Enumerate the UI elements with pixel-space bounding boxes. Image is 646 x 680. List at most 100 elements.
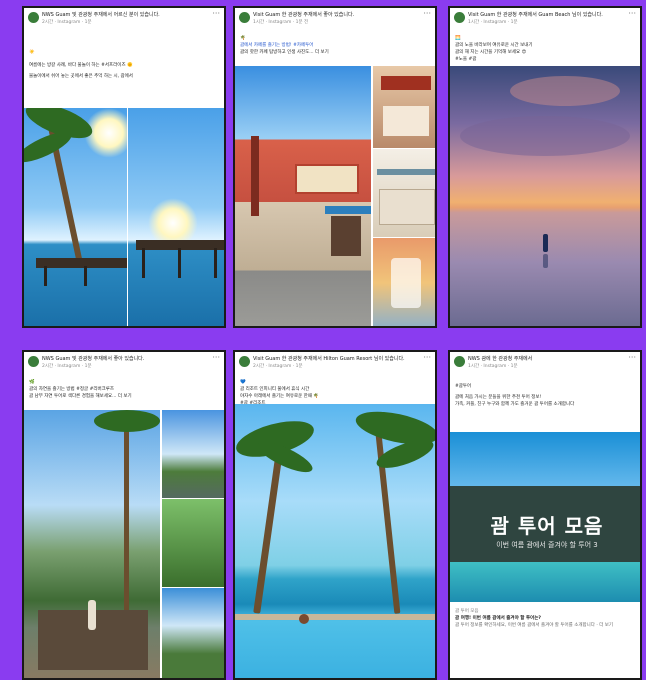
post-line: 여름에는 방갈 사례, 바다 물놀이 하는 #서프라이즈 🌞 xyxy=(29,63,133,68)
more-options-icon[interactable]: ··· xyxy=(628,10,636,18)
banner-sky xyxy=(450,432,640,486)
post-line: 야자수 아래에서 즐기는 여유로운 한때 🌴 xyxy=(240,394,319,399)
cafe-awning xyxy=(325,206,371,214)
post-meta: 1시간 · Instagram · 1분 xyxy=(468,364,518,369)
post-header: NWS Guam 및 관광청 주재에서 좋아 있습니다. 2시간 · Insta… xyxy=(24,352,224,379)
post-line: 괌의 노을 바라보며 여유로운 시간 보내기 xyxy=(455,43,533,48)
post-text: 🌴 괌에서 카페를 즐기는 방법! #카페투어 괌의 핫한 카페 탐방하고 인생… xyxy=(235,35,435,56)
page-name[interactable]: NWS 괌에 한 관광청 주재에서 xyxy=(468,355,626,362)
post-line: 괌에서 카페를 즐기는 방법! #카페투어 xyxy=(240,43,314,48)
cloud xyxy=(460,116,630,156)
tour-banner[interactable]: 괌 투어 모음 이번 여름 괌에서 즐겨야 할 투어 3 xyxy=(450,432,640,602)
post-text: ☀️ 여름에는 방갈 사례, 바다 물놀이 하는 #서프라이즈 🌞 물놀이에서 … xyxy=(24,49,224,80)
cafe-sign xyxy=(381,76,431,90)
pier-post xyxy=(142,248,145,278)
page-name[interactable]: NWS Guam 및 관광청 주재에서 좋아 있습니다. xyxy=(42,355,210,362)
cloud xyxy=(510,76,620,106)
link-preview[interactable]: 괌 투어 모음 괌 여행! 이번 여름 괌에서 즐겨야 할 투어는? 괌 투어 … xyxy=(450,608,640,629)
post-meta: 2시간 · Instagram · 1분 xyxy=(253,364,303,369)
banner-subtitle: 이번 여름 괌에서 즐겨야 할 투어 3 xyxy=(496,541,598,549)
jungle-photo-top[interactable] xyxy=(162,410,224,498)
pier-post xyxy=(178,248,181,278)
post-meta: 1시간 · Instagram · 1분 전 xyxy=(253,20,309,25)
cafe-door xyxy=(331,216,361,256)
post-line: 괌의 핫한 카페 탐방하고 인생 사진도... 더 보기 xyxy=(240,50,329,55)
page-name[interactable]: Visit Guam 한 관광청 주재에서 Hilton Guam Resort… xyxy=(253,355,421,362)
post-card-4[interactable]: NWS Guam 및 관광청 주재에서 좋아 있습니다. 2시간 · Insta… xyxy=(22,350,226,680)
cafe-shelf xyxy=(377,169,435,175)
post-card-6[interactable]: NWS 괌에 한 관광청 주재에서 1시간 · Instagram · 1분 ·… xyxy=(448,350,642,680)
post-line: 괌에 처음 가시는 분들을 위한 추천 투어 정보! xyxy=(455,395,542,400)
link-domain: 괌 투어 모음 xyxy=(455,609,479,614)
more-options-icon[interactable]: ··· xyxy=(628,354,636,362)
post-card-5[interactable]: Visit Guam 한 관광청 주재에서 Hilton Guam Resort… xyxy=(233,350,437,680)
post-line: #노을 #괌 xyxy=(455,57,477,62)
pier-post xyxy=(84,266,87,286)
post-header: NWS Guam 및 관광청 주재에서 어르신 분이 있습니다. 2시간 · I… xyxy=(24,8,224,35)
cafe-display xyxy=(379,189,435,225)
post-header: Visit Guam 한 관광청 주재에서 Guam Beach 님이 있습니다… xyxy=(450,8,640,35)
more-options-icon[interactable]: ··· xyxy=(212,354,220,362)
post-card-2[interactable]: Visit Guam 한 관광청 주재에서 좋아 있습니다. 1시간 · Ins… xyxy=(233,6,437,328)
avatar[interactable] xyxy=(28,356,39,367)
post-photo-left[interactable] xyxy=(24,108,127,326)
pool-edge xyxy=(235,614,435,620)
avatar[interactable] xyxy=(28,12,39,23)
more-options-icon[interactable]: ··· xyxy=(423,354,431,362)
pier-post xyxy=(214,248,217,278)
page-name[interactable]: NWS Guam 및 관광청 주재에서 어르신 분이 있습니다. xyxy=(42,11,210,18)
post-emoji: ☀️ xyxy=(29,50,35,55)
person xyxy=(543,234,548,252)
post-emoji: 🌅 xyxy=(455,36,461,41)
palm-frond xyxy=(94,410,160,432)
post-line: 가족, 커플, 친구 누구와 함께 가도 즐거운 괌 투어를 소개합니다 xyxy=(455,402,575,407)
sunset-photo[interactable] xyxy=(450,66,640,326)
avatar[interactable] xyxy=(239,12,250,23)
post-hashtag: #괌투어 xyxy=(455,384,472,389)
pool-photo[interactable] xyxy=(235,404,435,678)
page-name[interactable]: Visit Guam 한 관광청 주재에서 Guam Beach 님이 있습니다… xyxy=(468,11,626,18)
avatar[interactable] xyxy=(239,356,250,367)
more-options-icon[interactable]: ··· xyxy=(423,10,431,18)
post-emoji: 💙 xyxy=(240,380,246,385)
drink-glass xyxy=(391,258,421,308)
avatar[interactable] xyxy=(454,12,465,23)
avatar[interactable] xyxy=(454,356,465,367)
cafe-photo-main[interactable] xyxy=(235,66,371,326)
palm-trunk xyxy=(253,444,284,614)
post-emoji: 🌿 xyxy=(29,380,35,385)
post-header: NWS 괌에 한 관광청 주재에서 1시간 · Instagram · 1분 ·… xyxy=(450,352,640,379)
jungle-photo-mid[interactable] xyxy=(162,499,224,587)
jungle-photo-main[interactable] xyxy=(24,410,160,678)
cafe-photo-top[interactable] xyxy=(373,66,435,148)
post-emoji: 🌴 xyxy=(240,36,246,41)
pier-post xyxy=(44,266,47,286)
post-header: Visit Guam 한 관광청 주재에서 좋아 있습니다. 1시간 · Ins… xyxy=(235,8,435,35)
person xyxy=(299,614,309,624)
cafe-pillar xyxy=(251,136,259,216)
cafe-photo-bottom[interactable] xyxy=(373,238,435,326)
post-card-1[interactable]: NWS Guam 및 관광청 주재에서 어르신 분이 있습니다. 2시간 · I… xyxy=(22,6,226,328)
post-line: 괌의 해 지는 시간을 기억해 보세요 😍 xyxy=(455,50,527,55)
post-line: 괌 남부 자연 투어로 색다른 경험을 해보세요... 더 보기 xyxy=(29,394,132,399)
cafe-sign xyxy=(295,164,359,194)
post-text: #괌투어 괌에 처음 가시는 분들을 위한 추천 투어 정보! 가족, 커플, … xyxy=(450,383,640,408)
person-reflection xyxy=(543,254,548,268)
cafe-photo-mid[interactable] xyxy=(373,149,435,237)
link-description: 괌 투어 정보를 확인하세요, 이번 여름 괌에서 즐겨야 할 투어를 소개합니… xyxy=(455,623,614,628)
jungle-photo-bottom[interactable] xyxy=(162,588,224,678)
banner-sea xyxy=(450,562,640,602)
dock xyxy=(136,240,224,250)
link-title[interactable]: 괌 여행! 이번 여름 괌에서 즐겨야 할 투어는? xyxy=(455,615,639,622)
banner-title: 괌 투어 모음 xyxy=(490,514,604,538)
post-meta: 2시간 · Instagram · 1분 xyxy=(42,364,92,369)
dock xyxy=(36,258,127,268)
post-line: 괌의 자연을 즐기는 방법 #정글 #리버크루즈 xyxy=(29,387,115,392)
post-header: Visit Guam 한 관광청 주재에서 Hilton Guam Resort… xyxy=(235,352,435,379)
more-options-icon[interactable]: ··· xyxy=(212,10,220,18)
post-text: 🌿 괌의 자연을 즐기는 방법 #정글 #리버크루즈 괌 남부 자연 투어로 색… xyxy=(24,379,224,400)
post-photo-right[interactable] xyxy=(128,108,224,326)
post-card-3[interactable]: Visit Guam 한 관광청 주재에서 Guam Beach 님이 있습니다… xyxy=(448,6,642,328)
page-name[interactable]: Visit Guam 한 관광청 주재에서 좋아 있습니다. xyxy=(253,11,421,18)
palm-trunk xyxy=(124,430,129,630)
